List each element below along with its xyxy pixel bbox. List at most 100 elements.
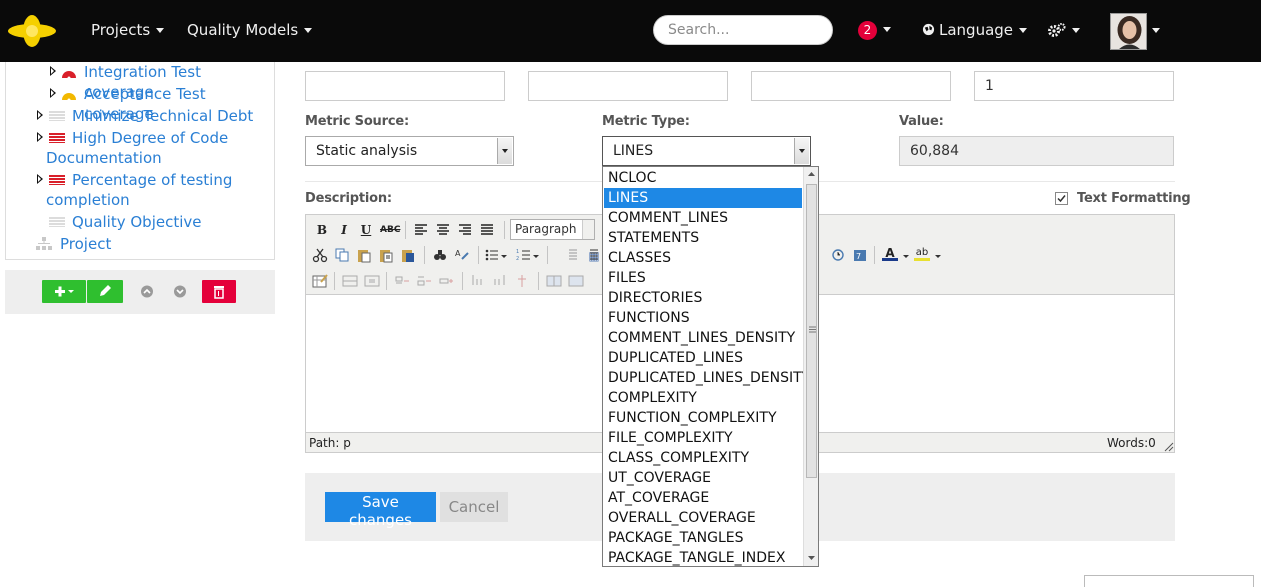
underline-icon[interactable]: U [358, 222, 374, 238]
insert-table-icon[interactable] [312, 273, 328, 289]
quality-models-menu[interactable]: Quality Models [187, 21, 313, 39]
paste-icon[interactable] [356, 247, 372, 263]
insert-date-icon[interactable] [830, 247, 846, 263]
align-center-icon[interactable] [435, 222, 451, 238]
paragraph-format-select[interactable]: Paragraph [510, 219, 595, 240]
metric-type-option[interactable]: COMPLEXITY [604, 388, 802, 408]
find-icon[interactable] [432, 247, 448, 263]
metric-type-option[interactable]: UT_COVERAGE [604, 468, 802, 488]
metric-type-option[interactable]: OVERALL_COVERAGE [604, 508, 802, 528]
metric-type-option[interactable]: CLASS_COMPLEXITY [604, 448, 802, 468]
insert-time-icon[interactable]: 7 [852, 247, 868, 263]
metric-type-option[interactable]: FUNCTIONS [604, 308, 802, 328]
chevron-down-icon[interactable] [1152, 28, 1160, 33]
tree-item-minimize-technical-debt[interactable]: Minimize Technical Debt [72, 106, 253, 126]
metric-type-option[interactable]: FUNCTION_COMPLEXITY [604, 408, 802, 428]
tree-item-high-degree-code-documentation[interactable]: High Degree of Code [72, 128, 228, 148]
italic-icon[interactable]: I [336, 222, 352, 238]
chevron-down-icon[interactable] [501, 255, 507, 258]
tree-item-percentage-testing-completion[interactable]: Percentage of testing [72, 170, 232, 190]
chevron-down-icon[interactable] [533, 255, 539, 258]
metric-type-option[interactable]: LINES [604, 188, 802, 208]
top-field-3[interactable] [751, 71, 951, 101]
align-justify-icon[interactable] [479, 222, 495, 238]
expand-arrow-icon[interactable] [50, 88, 56, 98]
expand-arrow-icon[interactable] [37, 174, 43, 184]
copy-icon[interactable] [334, 247, 350, 263]
tree-item-project[interactable]: Project [60, 234, 111, 254]
language-menu[interactable]: Language [922, 21, 1028, 39]
tree-item-quality-objective[interactable]: Quality Objective [72, 212, 202, 232]
settings-menu[interactable] [1048, 21, 1080, 39]
split-cells-icon[interactable] [546, 273, 562, 289]
metric-type-option[interactable]: COMMENT_LINES [604, 208, 802, 228]
metric-type-option[interactable]: FILES [604, 268, 802, 288]
metric-type-option[interactable]: CLASSES [604, 248, 802, 268]
row-before-icon[interactable] [394, 273, 410, 289]
cancel-button[interactable]: Cancel [440, 492, 508, 522]
resize-grip-icon[interactable] [1164, 442, 1174, 452]
text-color-icon[interactable]: A [882, 245, 898, 261]
metric-type-option[interactable]: DUPLICATED_LINES [604, 348, 802, 368]
scroll-down-icon[interactable] [807, 555, 816, 561]
cut-icon[interactable] [312, 247, 328, 263]
align-left-icon[interactable] [413, 222, 429, 238]
delete-col-icon[interactable] [514, 273, 530, 289]
table-cell-props-icon[interactable] [364, 273, 380, 289]
metric-type-option[interactable]: FILE_COMPLEXITY [604, 428, 802, 448]
row-after-icon[interactable] [416, 273, 432, 289]
table-row-props-icon[interactable] [342, 273, 358, 289]
metric-source-select[interactable]: Static analysis [305, 136, 514, 166]
scrollbar-thumb[interactable] [806, 184, 817, 478]
bold-icon[interactable]: B [314, 222, 330, 238]
metric-type-option[interactable]: COMMENT_LINES_DENSITY [604, 328, 802, 348]
save-changes-button[interactable]: Save changes [325, 492, 436, 529]
bottom-panel-edge [1084, 575, 1254, 587]
projects-menu[interactable]: Projects [91, 21, 165, 39]
move-up-button[interactable] [133, 280, 161, 303]
paste-text-icon[interactable] [378, 247, 394, 263]
expand-arrow-icon[interactable] [37, 110, 43, 120]
outdent-icon[interactable] [563, 247, 579, 263]
metric-type-option[interactable]: DUPLICATED_LINES_DENSITY [604, 368, 810, 388]
highlight-color-icon[interactable]: ab [914, 245, 930, 261]
paste-word-icon[interactable] [400, 247, 416, 263]
strikethrough-icon[interactable]: ABC [380, 222, 400, 238]
metric-type-option[interactable]: STATEMENTS [604, 228, 802, 248]
align-right-icon[interactable] [457, 222, 473, 238]
col-after-icon[interactable] [492, 273, 508, 289]
edit-node-button[interactable] [87, 280, 123, 303]
search-input[interactable] [653, 15, 833, 45]
expand-arrow-icon[interactable] [37, 132, 43, 142]
merge-cells-icon[interactable] [568, 273, 584, 289]
delete-node-button[interactable] [202, 280, 236, 303]
top-field-4[interactable]: 1 [974, 71, 1174, 101]
delete-row-icon[interactable] [438, 273, 454, 289]
numbered-list-icon[interactable]: 12 [516, 247, 532, 263]
metric-type-option[interactable]: PACKAGE_TANGLES [604, 528, 802, 548]
dropdown-scrollbar[interactable] [803, 167, 818, 566]
move-down-button[interactable] [166, 280, 194, 303]
expand-arrow-icon[interactable] [50, 66, 56, 76]
metric-type-option[interactable]: AT_COVERAGE [604, 488, 802, 508]
text-formatting-checkbox[interactable] [1055, 192, 1068, 205]
bullet-list-icon[interactable] [484, 247, 500, 263]
col-before-icon[interactable] [470, 273, 486, 289]
tree-item-high-degree-code-documentation-cont[interactable]: Documentation [46, 148, 162, 168]
add-node-button[interactable] [42, 280, 86, 303]
top-field-1[interactable] [305, 71, 505, 101]
metric-type-option[interactable]: NCLOC [604, 168, 802, 188]
chevron-down-icon[interactable] [903, 255, 909, 258]
metric-type-option[interactable]: DIRECTORIES [604, 288, 802, 308]
tree-item-percentage-testing-completion-cont[interactable]: completion [46, 190, 130, 210]
find-replace-icon[interactable]: A [454, 247, 470, 263]
metric-type-select[interactable]: LINES [602, 136, 811, 166]
notifications-menu[interactable]: 2 [858, 20, 891, 40]
indent-icon[interactable] [584, 247, 600, 263]
metric-type-option[interactable]: PACKAGE_TANGLE_INDEX [604, 548, 802, 568]
chevron-down-icon[interactable] [935, 255, 941, 258]
scroll-up-icon[interactable] [807, 171, 816, 177]
top-field-2[interactable] [528, 71, 728, 101]
logo-icon[interactable] [6, 13, 58, 49]
avatar[interactable] [1110, 13, 1147, 50]
